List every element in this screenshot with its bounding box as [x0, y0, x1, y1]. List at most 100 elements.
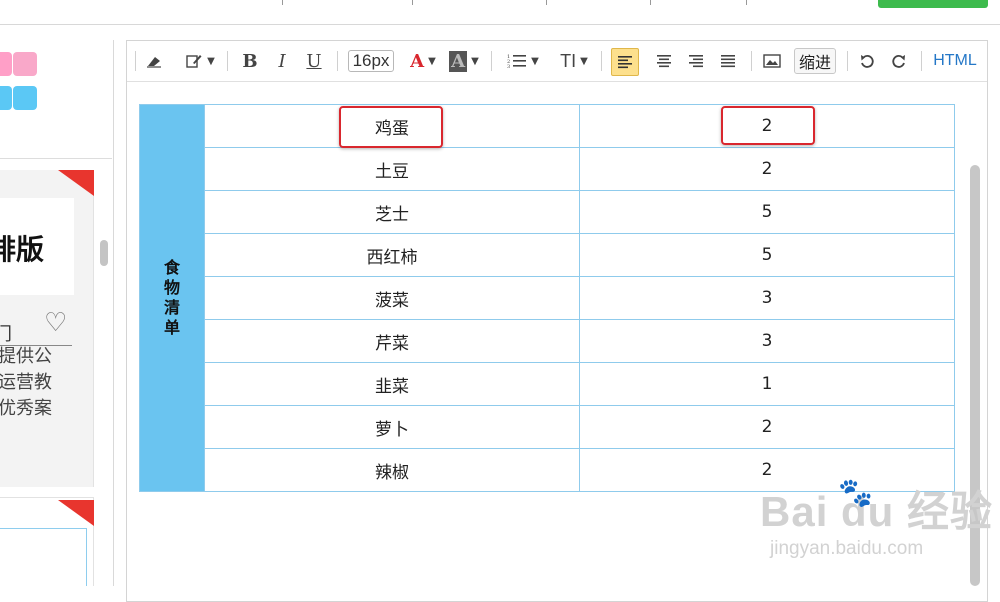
table-cell-qty[interactable]: 5: [579, 190, 955, 234]
watermark-brand: Bai du 经验: [760, 488, 994, 535]
line-height-button[interactable]: TI ▼: [553, 48, 595, 74]
table-cell-name[interactable]: 韭菜: [204, 362, 580, 406]
font-size-select[interactable]: 16px: [345, 48, 397, 74]
ordered-list-icon: 123: [507, 54, 527, 69]
template-card[interactable]: 排版 ♡ 门 提供公 运营教 优秀案: [0, 170, 94, 487]
table-cell-qty[interactable]: 3: [579, 319, 955, 363]
align-justify-icon: [721, 55, 735, 68]
table-cell-name[interactable]: 辣椒: [204, 448, 580, 492]
toolbar-separator: [227, 51, 228, 71]
align-right-button[interactable]: [683, 48, 709, 74]
indent-label: 缩进: [793, 48, 836, 74]
paw-icon: 🐾: [838, 476, 873, 509]
line-height-icon: TI: [560, 50, 577, 71]
template-preview: 排版: [0, 198, 74, 295]
redo-icon: [892, 55, 905, 68]
highlight-box-qty: [721, 106, 815, 145]
svg-text:3: 3: [507, 64, 510, 69]
background-color-button[interactable]: A ▼: [443, 48, 485, 74]
publish-button[interactable]: [878, 0, 988, 8]
corner-ribbon: [58, 500, 94, 526]
font-color-icon: A: [410, 50, 425, 72]
table-cell-name[interactable]: 芹菜: [204, 319, 580, 363]
toolbar-separator: [337, 51, 338, 71]
undo-icon: [861, 55, 874, 68]
left-style-panel: 排版 ♡ 门 提供公 运营教 优秀案: [0, 40, 114, 586]
template-desc-line: 运营教: [0, 372, 52, 393]
table-cell-name[interactable]: 西红柿: [204, 233, 580, 277]
table-row: 食物清单 鸡蛋 2: [139, 104, 955, 492]
chevron-down-icon: ▼: [428, 55, 436, 67]
chevron-down-icon: ▼: [580, 55, 588, 67]
font-color-button[interactable]: A ▼: [403, 48, 443, 74]
top-divider: [650, 0, 651, 5]
align-justify-button[interactable]: [715, 48, 741, 74]
panel-scrollbar[interactable]: [100, 240, 108, 266]
image-icon: [763, 54, 781, 68]
toolbar-separator: [921, 51, 922, 71]
italic-button[interactable]: I: [271, 48, 293, 74]
table-row: 土豆 2: [140, 147, 955, 191]
food-table[interactable]: 食物清单 鸡蛋 2 土豆 2 芝士 5 西红柿 5 菠菜 3 芹菜 3 韭菜 1…: [139, 104, 955, 492]
background-color-icon: A: [449, 50, 468, 72]
indent-button[interactable]: 缩进: [791, 48, 839, 74]
toolbar-separator: [847, 51, 848, 71]
panel-divider: [0, 158, 112, 159]
top-bar: [0, 0, 1000, 25]
color-swatch-blue[interactable]: [13, 86, 37, 110]
editor-toolbar: ▼ B I U 16px A ▼ A ▼ 123 ▼ TI ▼ 缩进 HTML: [127, 41, 987, 82]
align-left-button[interactable]: [611, 48, 639, 76]
color-swatch-pink[interactable]: [13, 52, 37, 76]
align-left-icon: [618, 56, 632, 69]
toolbar-separator: [601, 51, 602, 71]
table-row: 菠菜 3: [140, 276, 955, 320]
corner-ribbon: [58, 170, 94, 196]
table-cell-qty[interactable]: 1: [579, 362, 955, 406]
template-subtitle: 门: [0, 320, 12, 346]
html-source-button[interactable]: HTML: [929, 48, 981, 74]
table-cell-qty[interactable]: 2: [579, 405, 955, 449]
top-divider: [546, 0, 547, 5]
template-preview: [0, 528, 87, 586]
toolbar-separator: [751, 51, 752, 71]
table-row: 芹菜 3: [140, 319, 955, 363]
color-swatch-blue[interactable]: [0, 86, 12, 110]
table-cell-name[interactable]: 萝卜: [204, 405, 580, 449]
top-divider: [282, 0, 283, 5]
table-cell-name[interactable]: 菠菜: [204, 276, 580, 320]
table-header-label: 食物清单: [163, 258, 180, 337]
table-cell-name[interactable]: 芝士: [204, 190, 580, 234]
table-header-cell[interactable]: 食物清单: [139, 104, 205, 492]
table-cell-qty[interactable]: 3: [579, 276, 955, 320]
align-center-icon: [657, 55, 671, 68]
underline-button[interactable]: U: [303, 48, 325, 74]
watermark-url: jingyan.baidu.com: [770, 538, 924, 559]
top-divider: [746, 0, 747, 5]
baidu-watermark: Bai du 经验 🐾 jingyan.baidu.com: [760, 476, 994, 559]
toolbar-separator: [135, 51, 136, 71]
table-row: 韭菜 1: [140, 362, 955, 406]
undo-button[interactable]: [855, 48, 879, 74]
edit-icon: [186, 55, 202, 68]
table-cell-qty[interactable]: 2: [579, 147, 955, 191]
template-desc-line: 提供公: [0, 346, 52, 367]
top-divider: [412, 0, 413, 5]
table-cell-qty[interactable]: 5: [579, 233, 955, 277]
font-size-value: 16px: [347, 50, 395, 72]
ordered-list-button[interactable]: 123 ▼: [501, 48, 545, 74]
table-row: 西红柿 5: [140, 233, 955, 277]
redo-button[interactable]: [887, 48, 911, 74]
table-cell-name[interactable]: 土豆: [204, 147, 580, 191]
insert-image-button[interactable]: [759, 48, 785, 74]
toolbar-separator: [491, 51, 492, 71]
color-swatch-pink[interactable]: [0, 52, 12, 76]
eraser-icon[interactable]: [143, 48, 165, 74]
chevron-down-icon: ▼: [207, 55, 215, 67]
format-brush-button[interactable]: ▼: [179, 48, 221, 74]
chevron-down-icon: ▼: [531, 55, 539, 67]
bold-button[interactable]: B: [239, 48, 261, 74]
heart-icon[interactable]: ♡: [44, 310, 67, 336]
align-right-icon: [689, 55, 703, 68]
align-center-button[interactable]: [651, 48, 677, 74]
table-row: 芝士 5: [140, 190, 955, 234]
